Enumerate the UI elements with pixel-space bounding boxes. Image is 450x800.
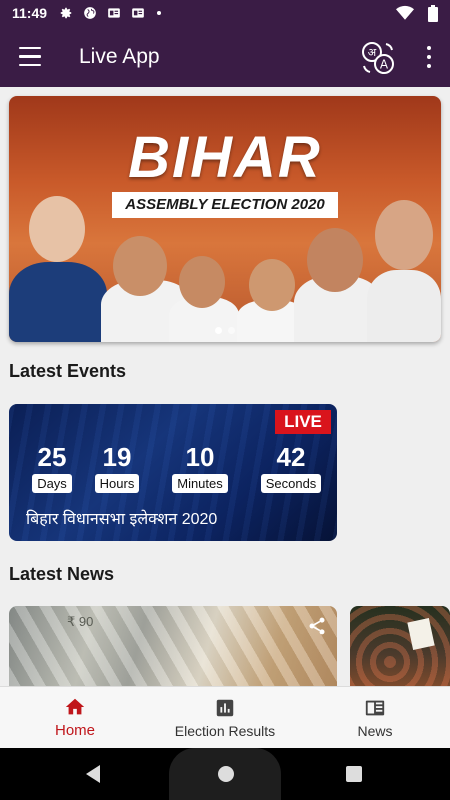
countdown-days: 25 Days [21,442,83,493]
carousel-indicator [9,327,441,334]
countdown-value: 10 [185,442,215,472]
bar-chart-icon [216,699,234,716]
countdown-value: 25 [37,442,67,472]
sim-card-icon [132,8,144,18]
translate-icon[interactable]: अ A [360,40,396,76]
latest-news-heading: Latest News [9,564,115,584]
news-image-text: ₹ 90 [67,614,94,629]
banner-person-head [113,236,167,296]
countdown-label: Hours [94,474,140,493]
app-title: Live App [79,44,160,68]
svg-text:अ: अ [368,46,377,59]
nav-home-label: Home [54,722,95,739]
countdown-label: Days [32,474,72,493]
carousel-dot[interactable] [228,327,235,334]
live-badge: LIVE [275,410,331,434]
banner-person-head [29,196,85,262]
back-icon[interactable] [86,765,100,783]
banner-carousel[interactable]: BIHAR ASSEMBLY ELECTION 2020 [9,96,441,342]
nav-news-label: News [357,722,393,739]
banner-person-head [307,228,363,292]
home-icon [65,698,85,715]
nav-election-results[interactable]: Election Results [150,687,300,748]
countdown-seconds: 42 Seconds [255,442,327,493]
share-icon[interactable] [307,616,327,636]
more-options-button[interactable] [422,44,436,70]
news-card[interactable] [350,606,450,686]
news-image [350,606,450,686]
event-name: बिहार विधानसभा इलेक्शन 2020 [26,511,218,528]
nav-news[interactable]: News [300,687,450,748]
news-card[interactable]: ₹ 90 [9,606,337,686]
hamburger-icon [19,44,41,70]
nav-election-results-label: Election Results [174,722,276,739]
sim-card-icon [108,8,120,18]
countdown-label: Seconds [260,474,322,493]
home-circle-icon[interactable] [218,766,234,782]
svg-text:A: A [380,58,389,72]
banner-person-head [249,259,295,311]
gear-icon [60,7,72,19]
system-navigation-bar [0,748,450,800]
countdown-value: 42 [276,442,306,472]
nav-home[interactable]: Home [0,687,150,748]
banner-title: BIHAR [128,125,322,190]
banner-person-head [179,256,225,308]
countdown-label: Minutes [172,474,228,493]
latest-events-heading: Latest Events [9,361,127,381]
battery-icon [428,4,438,22]
globe-icon [84,7,96,19]
newspaper-icon [365,700,385,715]
menu-button[interactable] [0,26,60,87]
countdown-value: 19 [102,442,132,472]
dot-icon [157,11,162,15]
status-bar: 11:49 [0,0,450,26]
countdown-hours: 19 Hours [93,442,141,493]
wifi-icon [396,5,414,20]
banner-subtitle: ASSEMBLY ELECTION 2020 [112,192,338,218]
more-vert-icon [427,46,431,51]
event-card[interactable]: LIVE 25 Days 19 Hours 10 Minutes 42 Seco… [9,404,337,541]
bottom-navigation: Home Election Results News [0,686,450,748]
recent-apps-icon[interactable] [346,766,362,782]
status-time: 11:49 [12,5,48,21]
banner-person-head [375,200,433,270]
carousel-dot[interactable] [215,327,222,334]
app-bar: Live App अ A [0,26,450,87]
countdown-minutes: 10 Minutes [167,442,233,493]
